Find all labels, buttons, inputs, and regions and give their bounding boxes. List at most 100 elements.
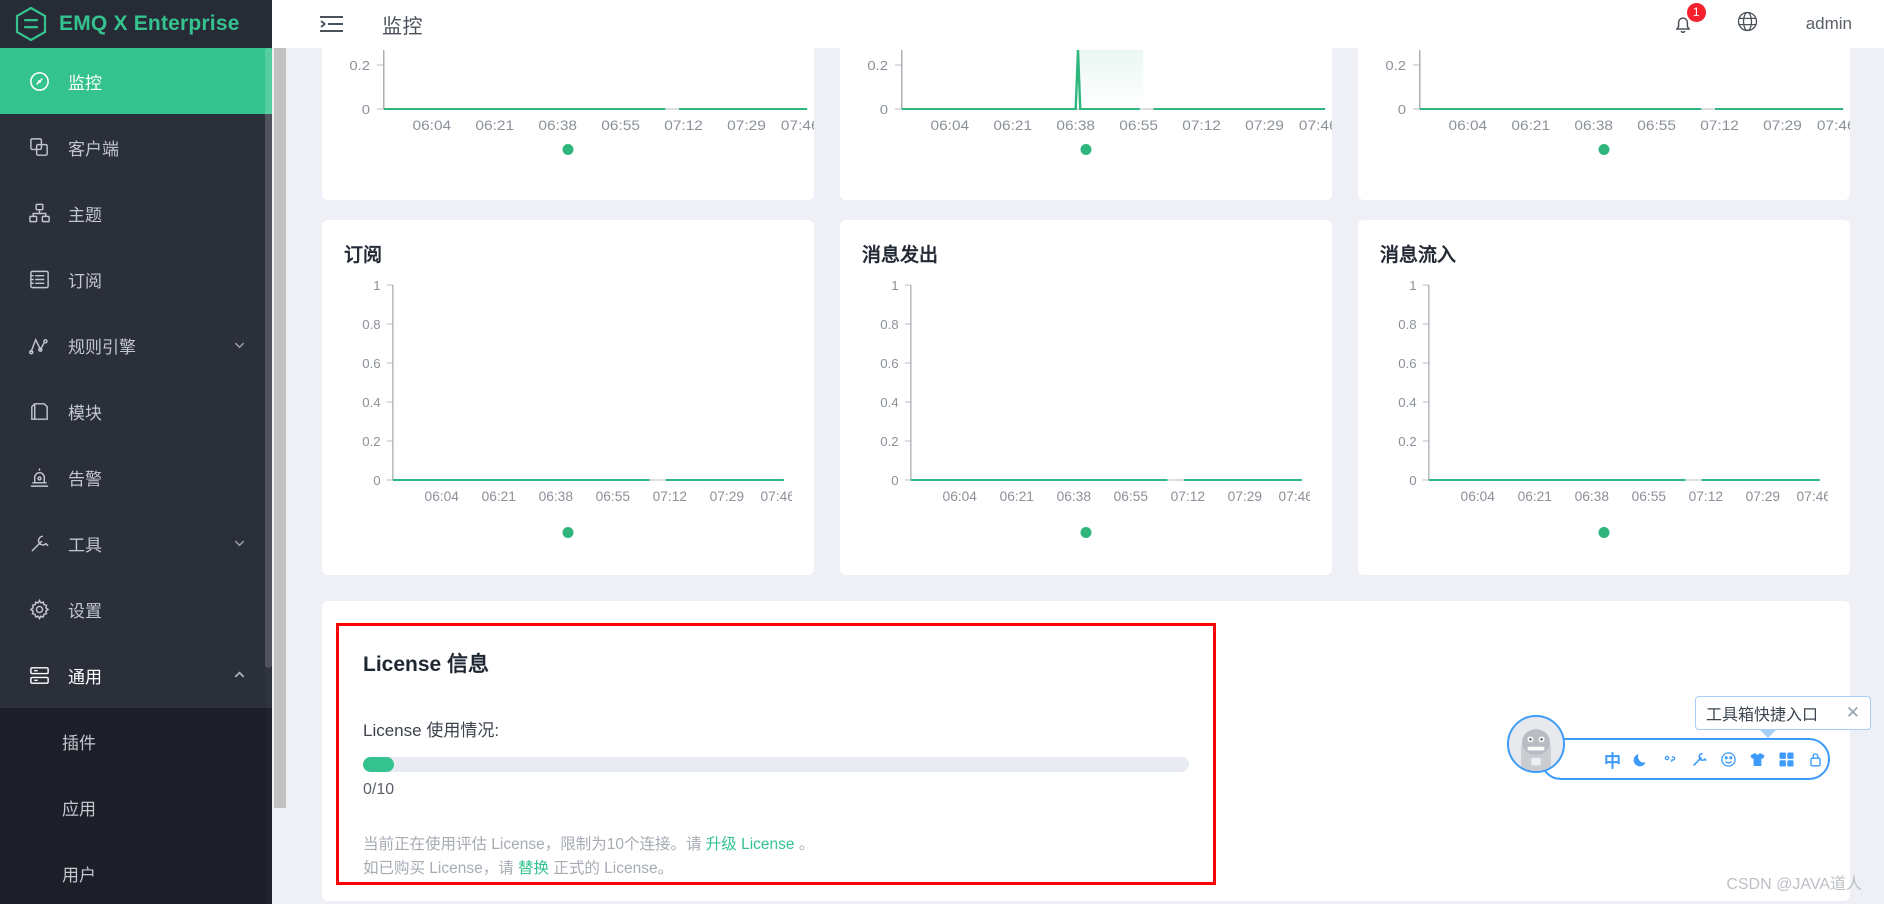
svg-text:06:38: 06:38 — [1574, 119, 1613, 134]
svg-text:07:12: 07:12 — [1689, 489, 1723, 504]
globe-icon[interactable] — [1736, 10, 1764, 38]
svg-text:07:46: 07:46 — [1279, 489, 1310, 504]
sidebar-item-topics[interactable]: 主题 — [0, 180, 272, 246]
chart-card-top-2: 0.2 0 06:04 06:21 06:38 06:55 07:12 07:2… — [840, 48, 1332, 200]
lock-icon[interactable] — [1807, 751, 1824, 768]
chart-subscriptions: 1 0.8 0.6 0.4 0.2 0 06:04 06:21 06:38 06 — [344, 273, 792, 538]
sidebar-item-label: 规则引擎 — [68, 337, 136, 357]
sidebar-item-subscriptions[interactable]: 订阅 — [0, 246, 272, 312]
quote-icon[interactable] — [1662, 751, 1679, 768]
page-title: 监控 — [382, 15, 423, 38]
upgrade-license-link[interactable]: 升级 License — [706, 836, 795, 853]
settings-icon — [26, 596, 52, 622]
watermark: CSDN @JAVA道人 — [1726, 876, 1862, 893]
svg-text:0.4: 0.4 — [362, 395, 380, 410]
chart-card-top-3: 0.2 0 06:04 06:21 06:38 06:55 07:12 07:2… — [1358, 48, 1850, 200]
replace-license-link[interactable]: 替换 — [518, 860, 549, 877]
toolbox-tooltip-text: 工具箱快捷入口 — [1706, 707, 1819, 724]
svg-text:0: 0 — [373, 473, 380, 488]
chart-legend-dot — [1080, 527, 1092, 538]
toolbox-quick-bar: 中 — [1540, 738, 1830, 780]
main-scrollbar-track[interactable] — [272, 48, 288, 904]
tools-icon — [26, 530, 52, 556]
collapse-menu-icon[interactable] — [314, 9, 348, 39]
license-note: 当前正在使用评估 License，限制为10个连接。请 升级 License 。… — [363, 833, 1189, 881]
sidebar-item-label: 主题 — [68, 205, 102, 225]
svg-text:0.4: 0.4 — [1398, 395, 1416, 410]
sidebar-item-label: 监控 — [68, 73, 102, 93]
license-title: License 信息 — [363, 653, 490, 676]
hexagon-menu-logo-icon — [14, 6, 48, 42]
svg-text:06:04: 06:04 — [413, 119, 452, 134]
svg-text:07:46: 07:46 — [781, 119, 814, 134]
robot-avatar-icon[interactable] — [1507, 715, 1565, 773]
svg-text:06:55: 06:55 — [601, 119, 640, 134]
sidebar-item-tools[interactable]: 工具 — [0, 510, 272, 576]
bell-icon[interactable]: 1 — [1668, 3, 1706, 39]
shirt-icon[interactable] — [1749, 751, 1766, 768]
svg-text:0.2: 0.2 — [880, 434, 898, 449]
svg-text:1: 1 — [1409, 278, 1416, 293]
sidebar-subitem-users[interactable]: 用户 — [0, 840, 272, 904]
brand-header[interactable]: EMQ X Enterprise — [0, 0, 272, 48]
svg-text:06:04: 06:04 — [1461, 489, 1496, 504]
svg-text:06:21: 06:21 — [1518, 489, 1552, 504]
svg-text:06:38: 06:38 — [1057, 489, 1091, 504]
svg-text:06:55: 06:55 — [1119, 119, 1158, 134]
user-menu[interactable]: admin — [1806, 14, 1852, 34]
svg-text:0.4: 0.4 — [880, 395, 898, 410]
grid-icon[interactable] — [1778, 751, 1795, 768]
chart-top-1: 0.2 0 06:04 06:21 06:38 06:55 07:12 07:2… — [322, 48, 814, 163]
svg-text:0.2: 0.2 — [867, 58, 888, 73]
svg-text:0: 0 — [1409, 473, 1416, 488]
svg-text:07:12: 07:12 — [664, 119, 703, 134]
sidebar-subitem-label: 应用 — [62, 799, 96, 819]
chinese-input-icon[interactable]: 中 — [1604, 747, 1621, 772]
sidebar-subitem-plugins[interactable]: 插件 — [0, 708, 272, 774]
notification-badge: 1 — [1686, 3, 1706, 22]
close-icon[interactable]: ✕ — [1846, 703, 1860, 723]
sidebar-subitem-applications[interactable]: 应用 — [0, 774, 272, 840]
main-scrollbar-thumb[interactable] — [274, 48, 286, 808]
svg-text:0.2: 0.2 — [1385, 58, 1406, 73]
chart-top-2: 0.2 0 06:04 06:21 06:38 06:55 07:12 07:2… — [840, 48, 1332, 163]
chevron-down-icon[interactable] — [233, 537, 246, 550]
svg-text:06:21: 06:21 — [482, 489, 516, 504]
sidebar-item-rule-engine[interactable]: 规则引擎 — [0, 312, 272, 378]
toolbox-tooltip: 工具箱快捷入口 ✕ — [1695, 696, 1871, 730]
svg-text:0.8: 0.8 — [1398, 317, 1416, 332]
svg-text:07:46: 07:46 — [1817, 119, 1850, 134]
sidebar-item-label: 客户端 — [68, 139, 119, 159]
smiley-icon[interactable] — [1720, 751, 1737, 768]
chart-top-3: 0.2 0 06:04 06:21 06:38 06:55 07:12 07:2… — [1358, 48, 1850, 163]
sidebar-item-clients[interactable]: 客户端 — [0, 114, 272, 180]
top-header: 监控 1 admin — [272, 0, 1884, 48]
svg-text:06:38: 06:38 — [1056, 119, 1095, 134]
svg-text:07:29: 07:29 — [1746, 489, 1780, 504]
sidebar-item-modules[interactable]: 模块 — [0, 378, 272, 444]
chart-legend-dot — [1598, 527, 1610, 538]
sidebar-scrollbar-thumb[interactable] — [265, 48, 272, 668]
chart-legend-dot — [562, 527, 574, 538]
sidebar-item-monitor[interactable]: 监控 — [0, 48, 272, 114]
svg-text:06:04: 06:04 — [931, 119, 970, 134]
sidebar-item-general[interactable]: 通用 — [0, 642, 272, 708]
chevron-down-icon[interactable] — [233, 339, 246, 352]
chevron-up-icon[interactable] — [233, 669, 246, 682]
chart-legend-dot — [1598, 144, 1610, 155]
svg-text:0: 0 — [362, 102, 371, 117]
sidebar-item-settings[interactable]: 设置 — [0, 576, 272, 642]
svg-text:07:29: 07:29 — [1763, 119, 1802, 134]
moon-icon[interactable] — [1633, 751, 1650, 768]
wrench-icon[interactable] — [1691, 751, 1708, 768]
svg-text:0.2: 0.2 — [362, 434, 380, 449]
sidebar-item-label: 设置 — [68, 601, 102, 621]
svg-text:0.2: 0.2 — [1398, 434, 1416, 449]
svg-text:06:38: 06:38 — [539, 489, 573, 504]
svg-text:0: 0 — [880, 102, 889, 117]
sidebar-submenu-general: 插件 应用 用户 — [0, 708, 272, 904]
sidebar-item-label: 模块 — [68, 403, 102, 423]
svg-text:06:04: 06:04 — [425, 489, 460, 504]
sidebar-item-alarms[interactable]: 告警 — [0, 444, 272, 510]
svg-text:06:21: 06:21 — [1000, 489, 1034, 504]
